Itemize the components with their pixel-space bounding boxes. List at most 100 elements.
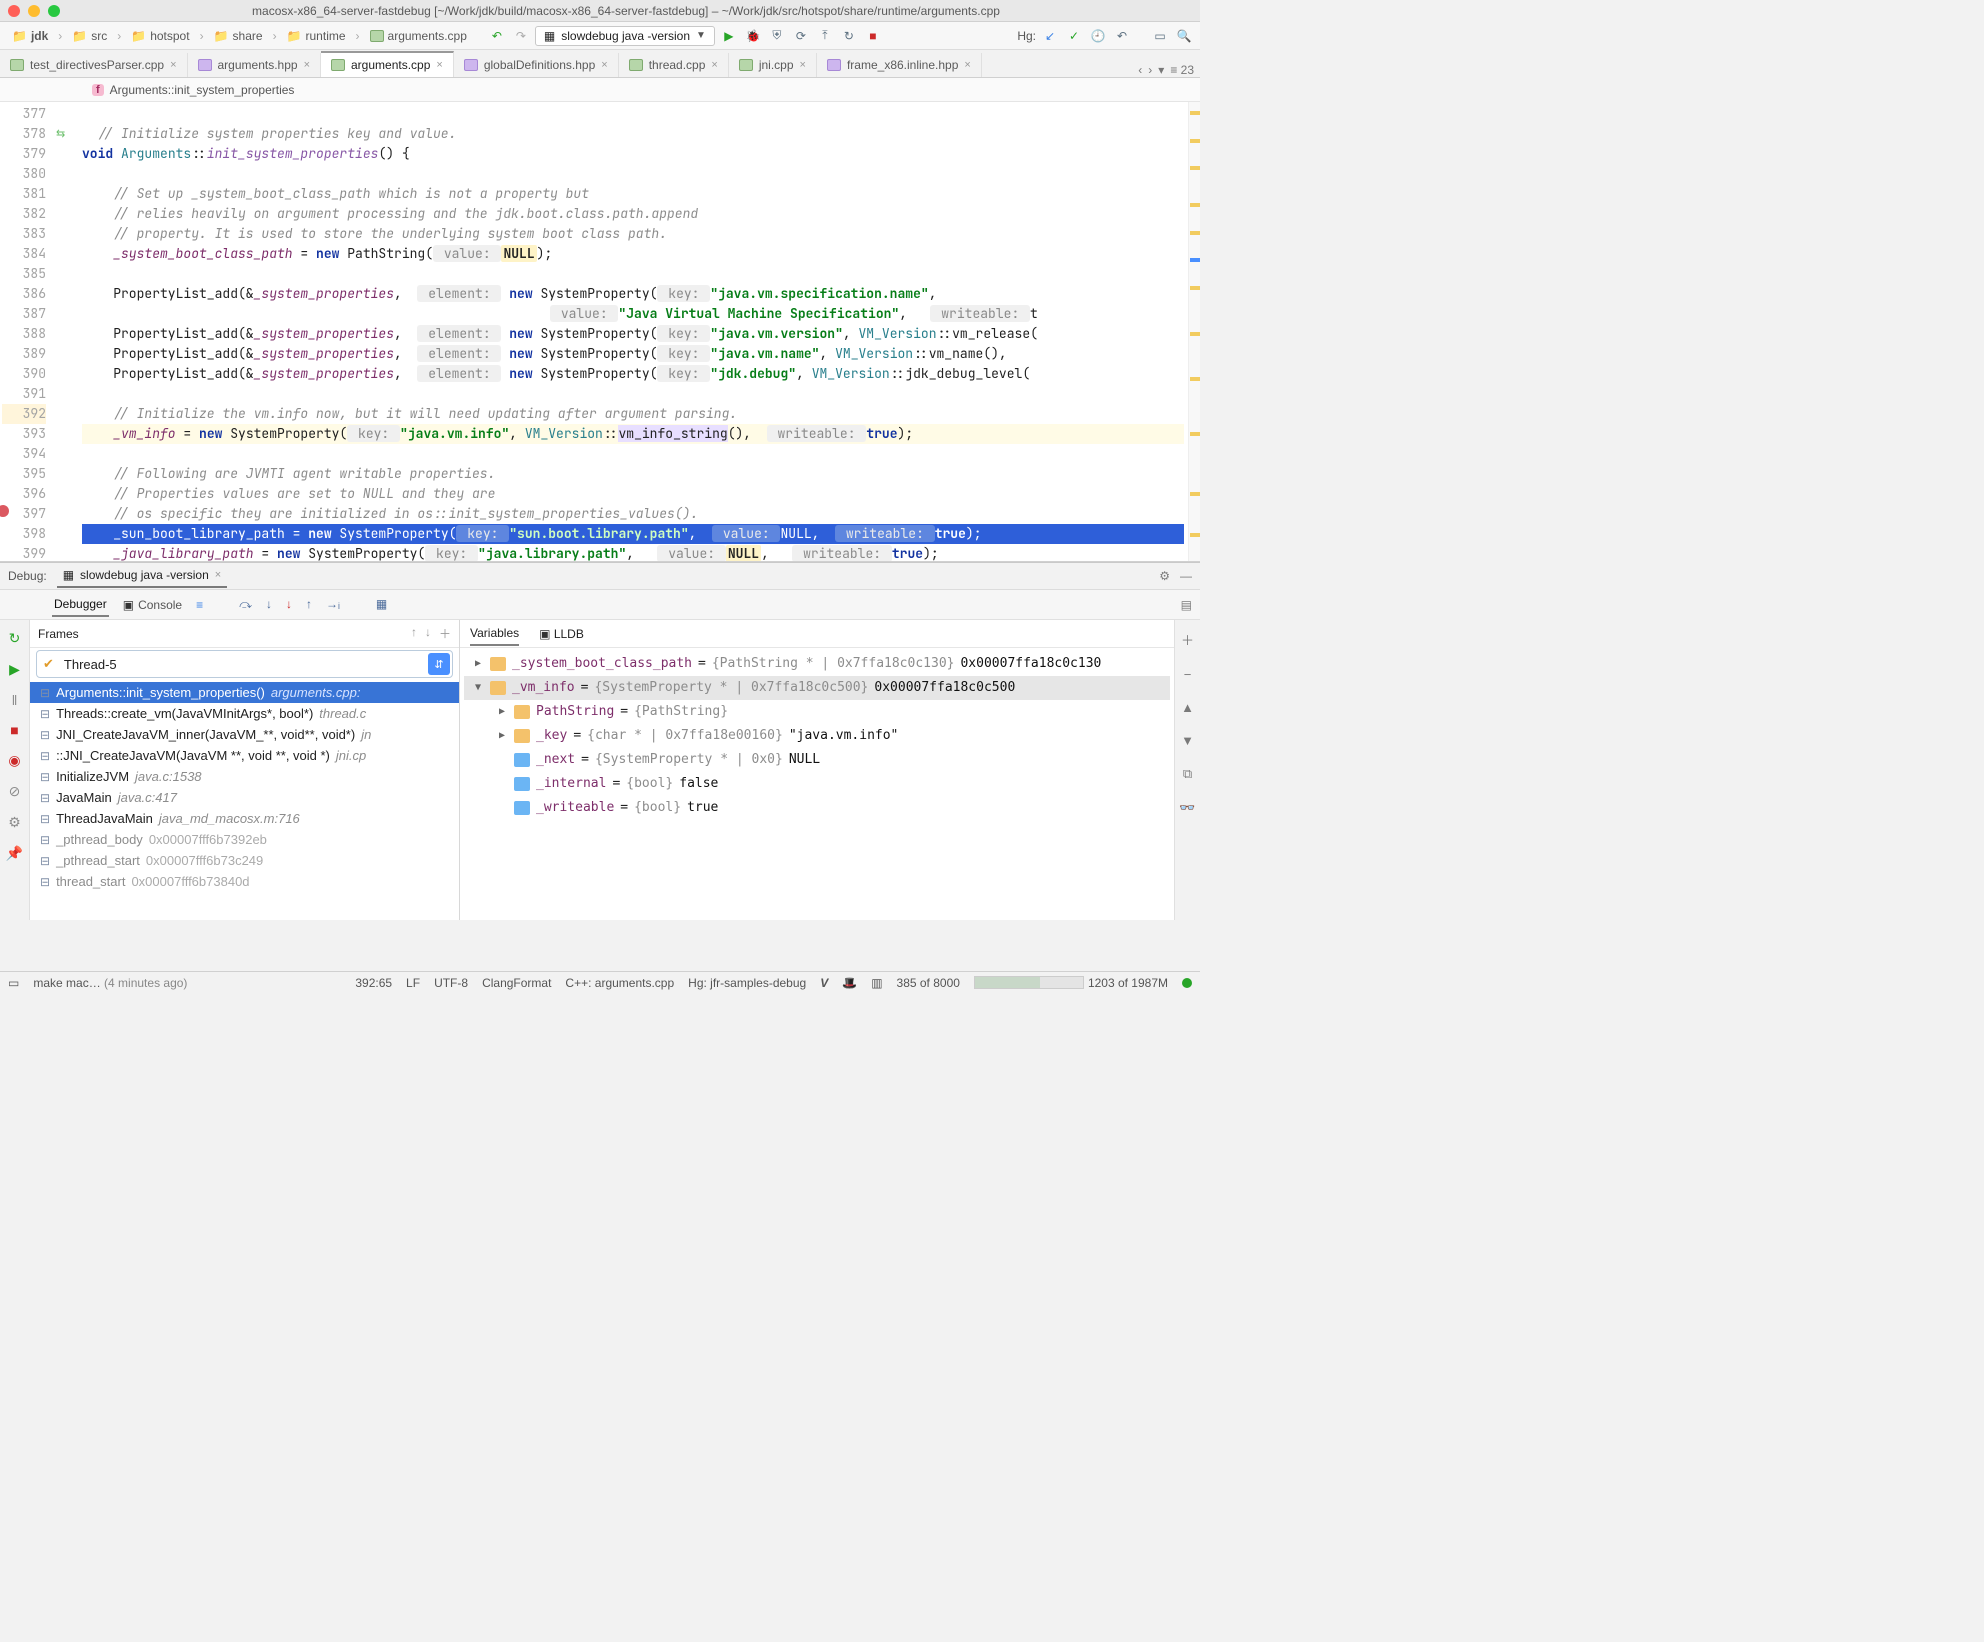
member-breadcrumb[interactable]: f Arguments::init_system_properties xyxy=(0,78,1200,102)
attach-icon[interactable]: ⤒ xyxy=(815,26,835,46)
minimize-window[interactable] xyxy=(28,5,40,17)
close-tab-icon[interactable]: × xyxy=(601,59,607,71)
context[interactable]: C++: arguments.cpp xyxy=(565,976,674,990)
up-icon[interactable]: ▲ xyxy=(1181,700,1194,715)
caret-pos[interactable]: 392:65 xyxy=(355,976,392,990)
breakpoints-icon[interactable]: ◉ xyxy=(8,752,20,769)
vcs-branch[interactable]: Hg: jfr-samples-debug xyxy=(688,976,806,990)
settings-icon[interactable]: ⚙ xyxy=(1159,569,1170,583)
variable-row[interactable]: ▶ _system_boot_class_path = {PathString … xyxy=(464,652,1170,676)
run-config-combo[interactable]: ▦slowdebug java -version▼ xyxy=(535,26,715,46)
variable-row[interactable]: ▶ _key = {char * | 0x7ffa18e00160} "java… xyxy=(464,724,1170,748)
tab-list-icon[interactable]: ▾ xyxy=(1158,63,1164,77)
editor-tab[interactable]: thread.cpp× xyxy=(619,53,729,77)
stack-frame[interactable]: ⊟InitializeJVM java.c:1538 xyxy=(30,766,459,787)
code-area[interactable]: // Initialize system properties key and … xyxy=(52,102,1188,561)
stack-frame[interactable]: ⊟Threads::create_vm(JavaVMInitArgs*, boo… xyxy=(30,703,459,724)
path-segment[interactable]: 📁 jdk xyxy=(6,27,54,45)
variable-row[interactable]: _internal = {bool} false xyxy=(464,772,1170,796)
search-icon[interactable]: 🔍 xyxy=(1174,26,1194,46)
step-into-icon[interactable]: ↓ xyxy=(266,597,272,612)
step-out-icon[interactable]: ↑ xyxy=(306,597,312,612)
gutter[interactable]: 377 378 379 380 381 382 383 384 385 386 … xyxy=(0,102,52,561)
profile-icon[interactable]: ⟳ xyxy=(791,26,811,46)
stack-frame[interactable]: ⊟_pthread_start 0x00007fff6b73c249 xyxy=(30,850,459,871)
close-tab-icon[interactable]: × xyxy=(436,59,442,71)
bg-task[interactable]: make mac… (4 minutes ago) xyxy=(33,976,187,990)
editor[interactable]: 377 378 379 380 381 382 383 384 385 386 … xyxy=(0,102,1200,562)
resume-icon[interactable]: ▶ xyxy=(9,661,20,678)
stack-frame[interactable]: ⊟::JNI_CreateJavaVM(JavaVM **, void **, … xyxy=(30,745,459,766)
close-tab-icon[interactable]: × xyxy=(711,59,717,71)
editor-tab[interactable]: frame_x86.inline.hpp× xyxy=(817,53,982,77)
coverage-icon[interactable]: ⛨ xyxy=(767,26,787,46)
close-window[interactable] xyxy=(8,5,20,17)
vcs-update-icon[interactable]: ↙ xyxy=(1040,26,1060,46)
stack-frame[interactable]: ⊟JavaMain java.c:417 xyxy=(30,787,459,808)
run-icon[interactable]: ▶ xyxy=(719,26,739,46)
variable-row[interactable]: _next = {SystemProperty * | 0x0} NULL xyxy=(464,748,1170,772)
settings-icon[interactable]: ⚙ xyxy=(8,814,21,831)
tab-prev-icon[interactable]: ‹ xyxy=(1138,63,1142,77)
stack-frame[interactable]: ⊟thread_start 0x00007fff6b73840d xyxy=(30,871,459,892)
hat-icon[interactable]: 🎩 xyxy=(842,976,857,990)
stack-frame[interactable]: ⊟JNI_CreateJavaVM_inner(JavaVM_**, void*… xyxy=(30,724,459,745)
pin-icon[interactable]: 📌 xyxy=(6,845,23,862)
status-icon[interactable]: ▭ xyxy=(8,976,19,990)
editor-tab-active[interactable]: arguments.cpp× xyxy=(321,51,454,77)
step-over-icon[interactable]: ⤼ xyxy=(239,597,252,612)
tab-overflow[interactable]: ≡ 23 xyxy=(1170,63,1194,77)
copy-icon[interactable]: ⧉ xyxy=(1183,766,1192,782)
path-segment[interactable]: 📁 src xyxy=(66,27,113,45)
layout-icon[interactable]: ▤ xyxy=(1181,598,1192,612)
variable-row[interactable]: ▼ _vm_info = {SystemProperty * | 0x7ffa1… xyxy=(464,676,1170,700)
spaces[interactable]: 385 of 8000 xyxy=(897,976,960,990)
reload-icon[interactable]: ↻ xyxy=(839,26,859,46)
prev-frame-icon[interactable]: ↑ xyxy=(411,625,417,642)
close-tab-icon[interactable]: × xyxy=(964,59,970,71)
variables-tree[interactable]: ▶ _system_boot_class_path = {PathString … xyxy=(460,648,1174,920)
variable-row[interactable]: _writeable = {bool} true xyxy=(464,796,1170,820)
glasses-icon[interactable]: 👓 xyxy=(1179,800,1195,816)
memory-indicator[interactable]: 1203 of 1987M xyxy=(974,976,1168,990)
thread-selector[interactable]: ✔ Thread-5 ⇵ xyxy=(36,650,453,678)
pause-icon[interactable]: ‖ xyxy=(12,692,18,708)
debug-session-tab[interactable]: ▦slowdebug java -version× xyxy=(57,564,228,588)
close-tab-icon[interactable]: × xyxy=(170,59,176,71)
dropdown-icon[interactable]: ⇵ xyxy=(428,653,450,675)
editor-tab[interactable]: test_directivesParser.cpp× xyxy=(0,53,188,77)
hide-icon[interactable]: — xyxy=(1180,569,1192,583)
path-segment-file[interactable]: arguments.cpp xyxy=(364,27,473,45)
close-tab-icon[interactable]: × xyxy=(800,59,806,71)
stack-frame[interactable]: ⊟ThreadJavaMain java_md_macosx.m:716 xyxy=(30,808,459,829)
run-to-cursor-icon[interactable]: →ᵢ xyxy=(326,597,340,612)
mute-bp-icon[interactable]: ⊘ xyxy=(9,783,21,800)
force-step-into-icon[interactable]: ↓ xyxy=(286,597,292,612)
vcs-history-icon[interactable]: 🕘 xyxy=(1088,26,1108,46)
formatter[interactable]: ClangFormat xyxy=(482,976,551,990)
new-watch-icon[interactable]: ＋ xyxy=(1181,630,1194,649)
tab-debugger[interactable]: Debugger xyxy=(52,593,109,617)
stop-debug-icon[interactable]: ■ xyxy=(10,722,18,738)
nav-fwd-icon[interactable]: ↷ xyxy=(511,26,531,46)
variable-row[interactable]: ▶ PathString = {PathString} xyxy=(464,700,1170,724)
next-frame-icon[interactable]: ↓ xyxy=(425,625,431,642)
debug-icon[interactable]: 🐞 xyxy=(743,26,763,46)
vcs-commit-icon[interactable]: ✓ xyxy=(1064,26,1084,46)
stack-frame[interactable]: ⊟Arguments::init_system_properties() arg… xyxy=(30,682,459,703)
tab-console[interactable]: ▣Console xyxy=(123,598,182,612)
tab-lldb[interactable]: ▣ LLDB xyxy=(539,623,584,645)
tab-variables[interactable]: Variables xyxy=(470,622,519,646)
add-icon[interactable]: ＋ xyxy=(439,625,451,642)
remove-watch-icon[interactable]: − xyxy=(1184,667,1192,682)
vcs-revert-icon[interactable]: ↶ xyxy=(1112,26,1132,46)
editor-tab[interactable]: globalDefinitions.hpp× xyxy=(454,53,619,77)
error-stripe[interactable] xyxy=(1188,102,1200,561)
evaluate-icon[interactable]: ▦ xyxy=(376,597,387,612)
zoom-window[interactable] xyxy=(48,5,60,17)
editor-tab[interactable]: arguments.hpp× xyxy=(188,53,322,77)
stack-frame[interactable]: ⊟_pthread_body 0x00007fff6b7392eb xyxy=(30,829,459,850)
tab-next-icon[interactable]: › xyxy=(1148,63,1152,77)
frames-list[interactable]: ⊟Arguments::init_system_properties() arg… xyxy=(30,682,459,920)
close-session-icon[interactable]: × xyxy=(215,569,221,581)
